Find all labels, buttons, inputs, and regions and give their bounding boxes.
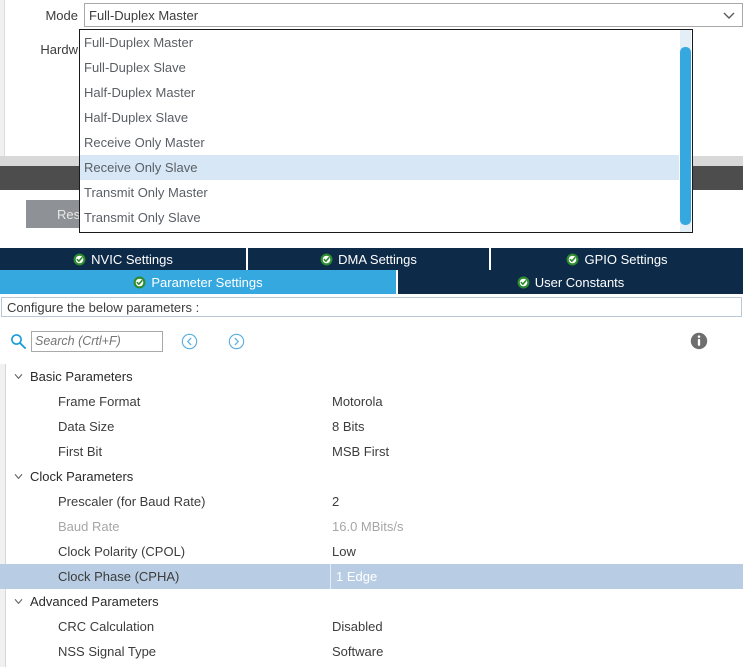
tab-dma-settings[interactable]: DMA Settings <box>248 248 491 270</box>
parameter-value[interactable]: MSB First <box>330 439 743 464</box>
nav-next-icon[interactable] <box>228 333 245 350</box>
search-toolbar <box>0 320 743 362</box>
parameter-value[interactable]: 8 Bits <box>330 414 743 439</box>
info-icon[interactable] <box>690 332 708 350</box>
parameter-group-label: Advanced Parameters <box>30 594 159 609</box>
parameter-row-frame-format[interactable]: Frame Format Motorola <box>0 389 743 414</box>
spi-configuration-panel: Mode Full-Duplex Master Hardw Reset Full… <box>0 0 743 667</box>
hardware-label: Hardw <box>40 41 78 57</box>
parameter-row-data-size[interactable]: Data Size 8 Bits <box>0 414 743 439</box>
green-check-icon <box>517 276 530 288</box>
configure-hint-bar: Configure the below parameters : <box>1 297 742 317</box>
parameter-row-crc-calculation[interactable]: CRC Calculation Disabled <box>0 614 743 639</box>
tab-label: User Constants <box>534 274 625 290</box>
parameter-name: NSS Signal Type <box>58 644 157 659</box>
parameter-name: Data Size <box>58 419 115 434</box>
expand-collapse-toggle[interactable] <box>6 371 30 382</box>
parameter-value[interactable]: Disabled <box>330 614 743 639</box>
search-input[interactable] <box>31 330 163 352</box>
tab-gpio-settings[interactable]: GPIO Settings <box>491 248 743 270</box>
parameter-name: CRC Calculation <box>58 619 155 634</box>
dropdown-scrollbar-thumb[interactable] <box>680 47 691 225</box>
dropdown-option-full-duplex-slave[interactable]: Full-Duplex Slave <box>80 55 692 80</box>
tab-label: Parameter Settings <box>151 274 263 290</box>
parameter-row-first-bit[interactable]: First Bit MSB First <box>0 439 743 464</box>
tab-row-secondary: Parameter Settings User Constants <box>0 270 743 294</box>
parameter-tree[interactable]: Basic Parameters Frame Format Motorola Data… <box>0 364 743 667</box>
green-check-icon <box>567 253 579 265</box>
tab-nvic-settings[interactable]: NVIC Settings <box>0 248 248 270</box>
parameter-rows: Basic Parameters Frame Format Motorola Data… <box>0 364 743 664</box>
parameter-row-clock-phase-cpha[interactable]: Clock Phase (CPHA) 1 Edge <box>0 564 743 589</box>
dropdown-option-receive-only-master[interactable]: Receive Only Master <box>80 130 692 155</box>
parameter-value[interactable]: 16.0 MBits/s <box>330 514 743 539</box>
parameter-value[interactable]: 2 <box>330 489 743 514</box>
parameter-group-basic-parameters[interactable]: Basic Parameters <box>0 364 743 389</box>
parameter-row-prescaler-for-baud-rate[interactable]: Prescaler (for Baud Rate) 2 <box>0 489 743 514</box>
parameter-name: Prescaler (for Baud Rate) <box>58 494 206 509</box>
parameter-value[interactable]: Software <box>330 639 743 664</box>
parameter-row-baud-rate[interactable]: Baud Rate 16.0 MBits/s <box>0 514 743 539</box>
tab-label: DMA Settings <box>338 251 417 267</box>
parameter-row-nss-signal-type[interactable]: NSS Signal Type Software <box>0 639 743 664</box>
dropdown-option-half-duplex-master[interactable]: Half-Duplex Master <box>80 80 692 105</box>
chevron-down-icon[interactable] <box>13 371 24 382</box>
dropdown-option-half-duplex-slave[interactable]: Half-Duplex Slave <box>80 105 692 130</box>
mode-row: Mode Full-Duplex Master <box>0 2 743 28</box>
parameter-row-clock-polarity-cpol[interactable]: Clock Polarity (CPOL) Low <box>0 539 743 564</box>
mode-dropdown-items: Full-Duplex Master Full-Duplex Slave Half-… <box>80 30 692 230</box>
parameter-name: First Bit <box>58 444 103 459</box>
configure-hint-text: Configure the below parameters : <box>7 299 200 315</box>
parameter-group-advanced-parameters[interactable]: Advanced Parameters <box>0 589 743 614</box>
dropdown-option-transmit-only-slave[interactable]: Transmit Only Slave <box>80 205 692 230</box>
parameter-name: Baud Rate <box>58 519 120 534</box>
search-icon <box>11 334 26 349</box>
tab-user-constants[interactable]: User Constants <box>398 270 743 294</box>
tab-row-primary: NVIC Settings DMA Settings GPIO Settings <box>0 248 743 270</box>
parameter-group-label: Clock Parameters <box>30 469 134 484</box>
green-check-icon <box>320 253 333 265</box>
parameter-name: Clock Polarity (CPOL) <box>58 544 186 559</box>
tab-parameter-settings[interactable]: Parameter Settings <box>0 270 398 294</box>
mode-label: Mode <box>45 7 78 23</box>
nav-prev-icon[interactable] <box>181 333 198 350</box>
expand-collapse-toggle[interactable] <box>6 596 30 607</box>
dropdown-option-full-duplex-master[interactable]: Full-Duplex Master <box>80 30 692 55</box>
parameter-name: Clock Phase (CPHA) <box>58 569 180 584</box>
chevron-down-icon[interactable] <box>13 596 24 607</box>
parameter-name: Frame Format <box>58 394 141 409</box>
dropdown-option-receive-only-slave[interactable]: Receive Only Slave <box>80 155 692 180</box>
dropdown-scrollbar[interactable] <box>679 30 692 232</box>
green-check-icon <box>73 253 86 265</box>
parameter-value[interactable]: Motorola <box>330 389 743 414</box>
parameter-value[interactable]: 1 Edge <box>330 564 743 589</box>
green-check-icon <box>133 276 146 288</box>
chevron-down-icon[interactable] <box>716 7 742 23</box>
expand-collapse-toggle[interactable] <box>6 471 30 482</box>
tab-label: GPIO Settings <box>584 251 668 267</box>
parameter-group-clock-parameters[interactable]: Clock Parameters <box>0 464 743 489</box>
tab-label: NVIC Settings <box>91 251 173 267</box>
mode-combobox-value: Full-Duplex Master <box>89 7 199 23</box>
chevron-down-icon[interactable] <box>13 471 24 482</box>
parameter-group-label: Basic Parameters <box>30 369 133 384</box>
parameter-value[interactable]: Low <box>330 539 743 564</box>
dropdown-option-transmit-only-master[interactable]: Transmit Only Master <box>80 180 692 205</box>
mode-combobox[interactable]: Full-Duplex Master <box>84 3 743 27</box>
mode-dropdown-list[interactable]: Full-Duplex Master Full-Duplex Slave Half-… <box>79 29 693 233</box>
